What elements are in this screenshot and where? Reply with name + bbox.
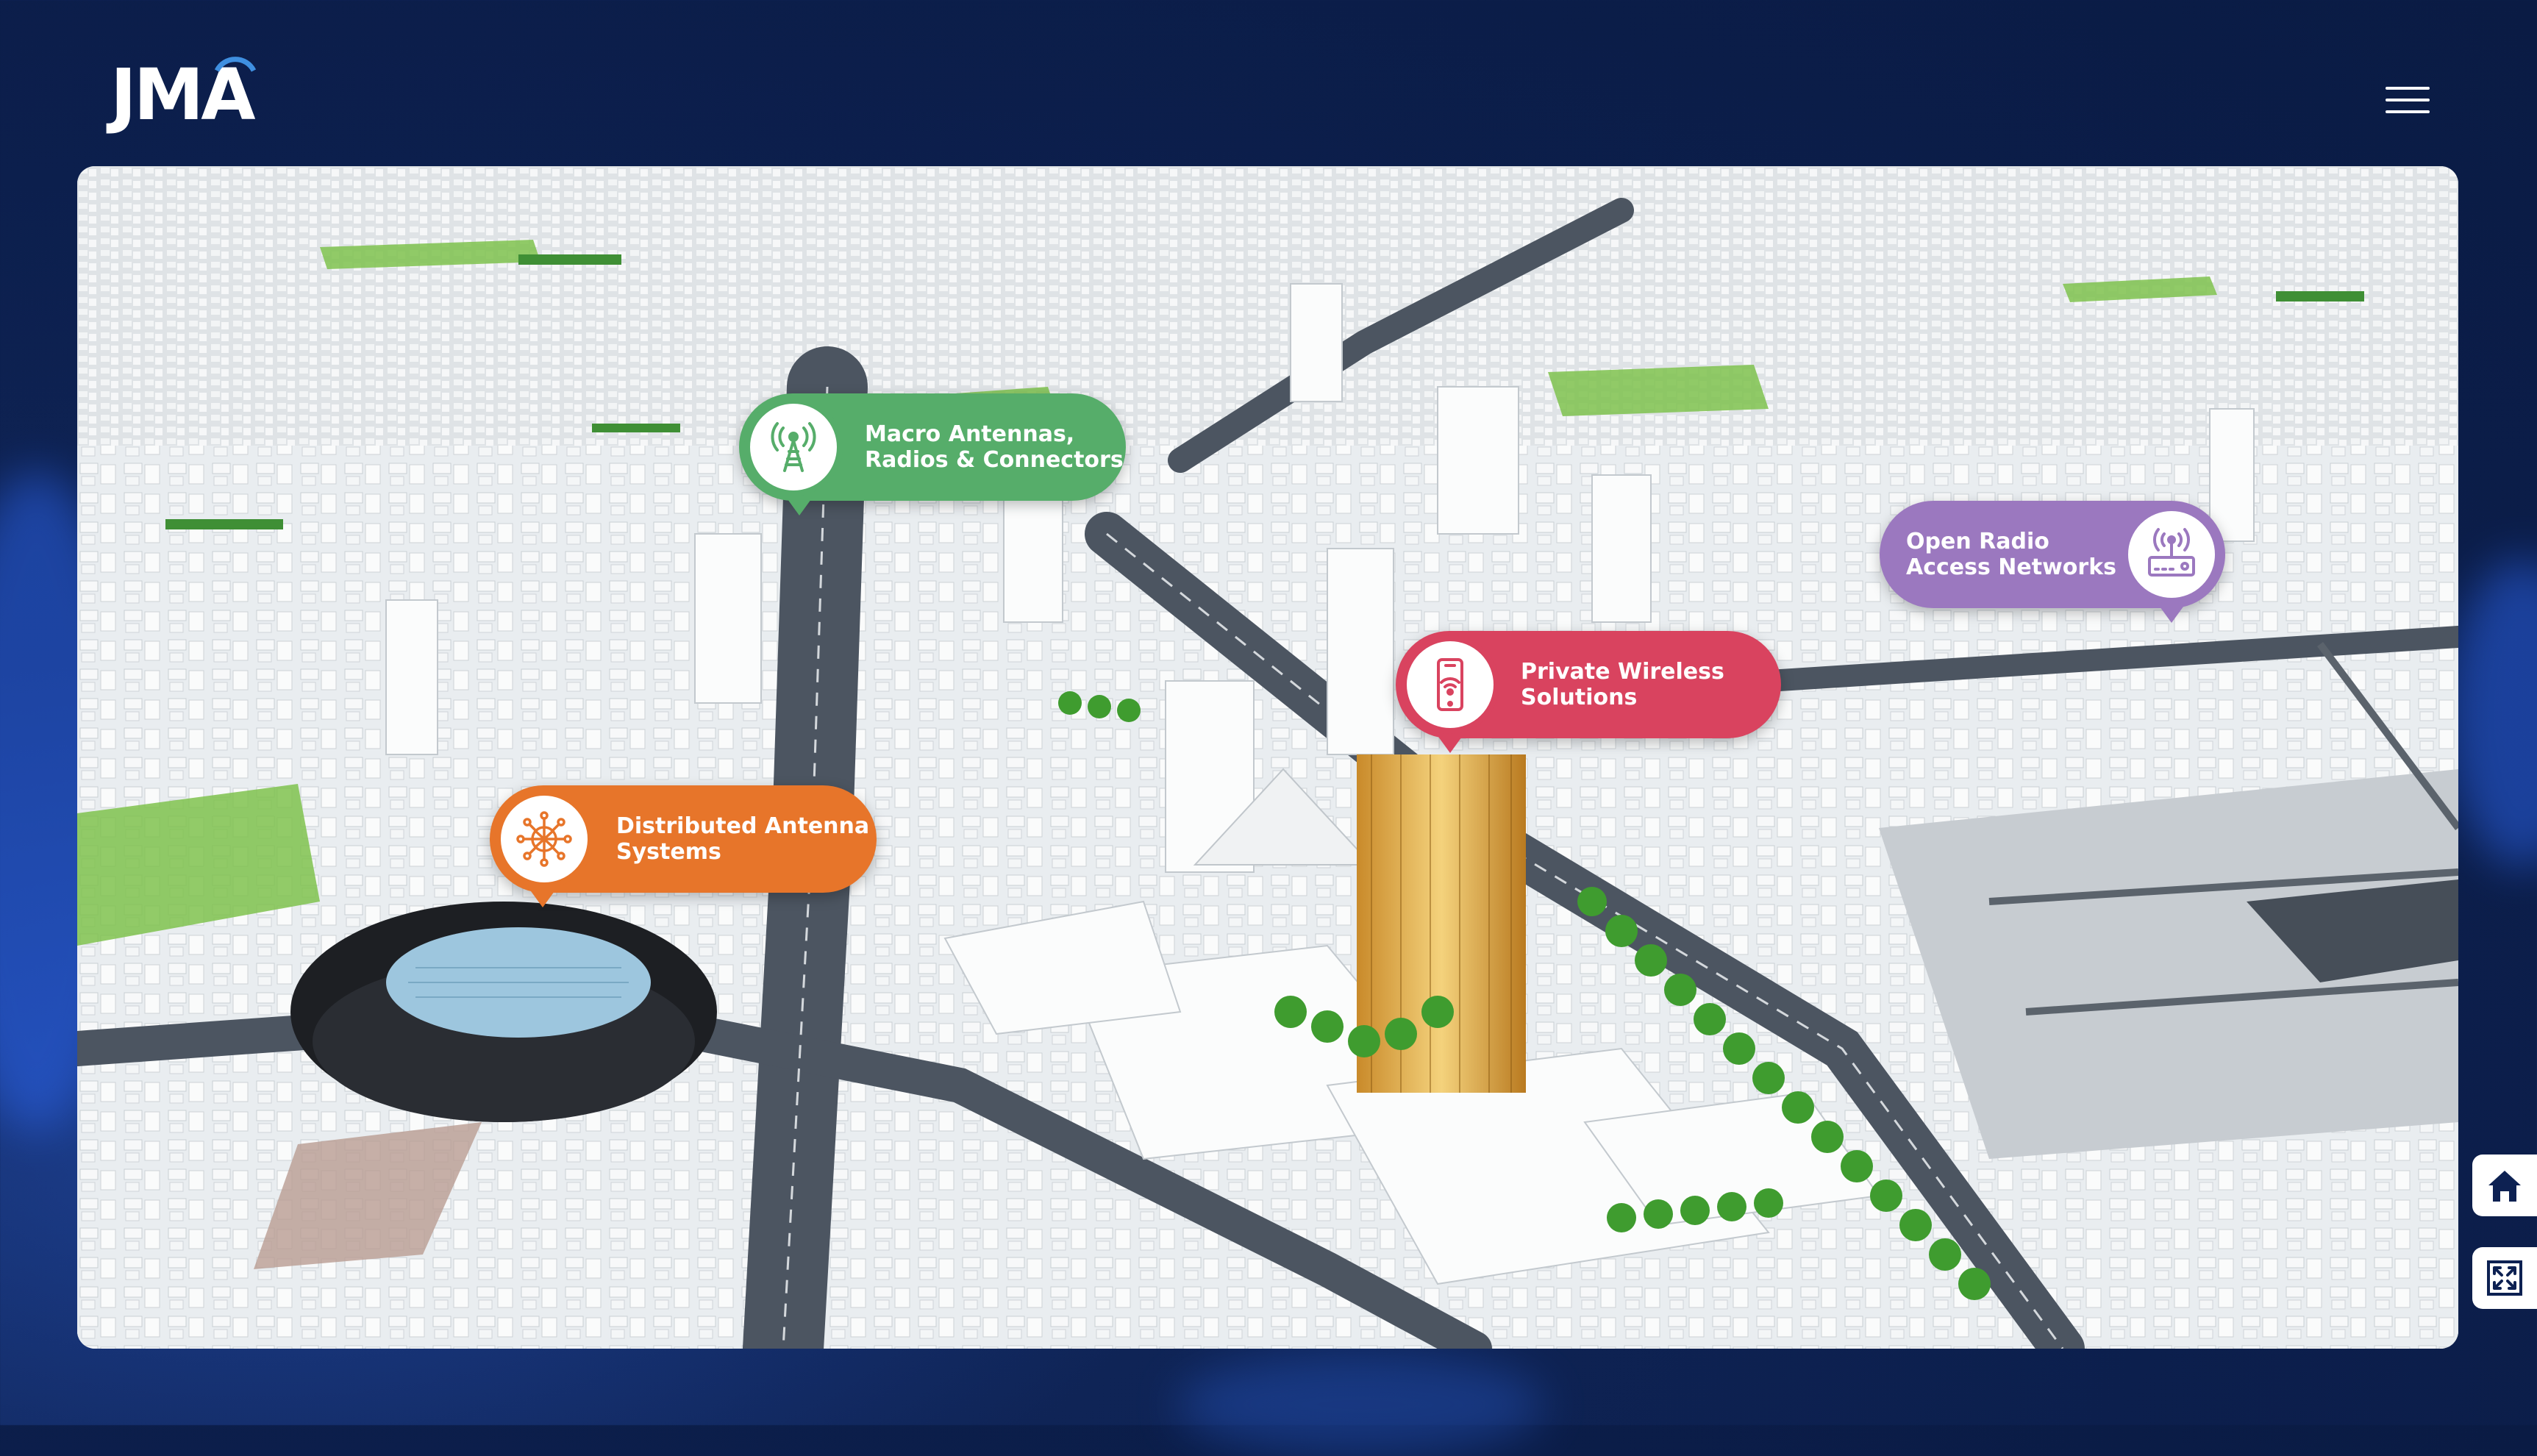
pin-pointer [531, 891, 554, 907]
fullscreen-button[interactable] [2472, 1247, 2537, 1309]
pin-label-line2: Solutions [1521, 685, 1638, 710]
pin-label-line2: Access Networks [1906, 554, 2117, 580]
pin-label-line1: Distributed Antenna [616, 813, 870, 839]
pin-distributed-antenna-systems[interactable]: Distributed Antenna Systems [490, 785, 877, 907]
city-map-graphic [77, 166, 2458, 1349]
pin-label-line1: Private Wireless [1521, 659, 1724, 685]
antenna-network-icon [495, 790, 593, 888]
radio-router-icon [2122, 505, 2221, 604]
pin-macro-antennas[interactable]: Macro Antennas, Radios & Connectors [739, 393, 1126, 515]
pin-label-line1: Open Radio [1906, 529, 2049, 554]
pin-open-radio-access-networks[interactable]: Open Radio Access Networks [1880, 501, 2225, 623]
pin-label: Distributed Antenna Systems [616, 785, 869, 893]
pin-pointer [788, 499, 811, 515]
pin-private-wireless-solutions[interactable]: Private Wireless Solutions [1396, 631, 1781, 753]
home-icon [2488, 1171, 2521, 1202]
cell-tower-icon [744, 398, 843, 496]
hamburger-menu-icon[interactable] [2386, 84, 2430, 116]
city-map-view[interactable] [77, 166, 2458, 1349]
pin-label: Private Wireless Solutions [1521, 631, 1724, 738]
pin-pointer [2160, 607, 2183, 623]
pin-label: Macro Antennas, Radios & Connectors [865, 393, 1124, 501]
pin-label: Open Radio Access Networks [1906, 501, 2116, 608]
pin-pointer [1438, 737, 1462, 753]
home-button[interactable] [2472, 1155, 2537, 1216]
mobile-wifi-icon [1401, 635, 1499, 734]
jma-logo[interactable]: JMA [110, 57, 257, 130]
signal-arc-icon [214, 57, 257, 72]
pin-label-line2: Systems [616, 839, 721, 865]
pin-label-line2: Radios & Connectors [865, 447, 1124, 473]
background-glow [2449, 559, 2537, 868]
fullscreen-icon [2487, 1260, 2522, 1296]
pin-label-line1: Macro Antennas, [865, 421, 1075, 447]
background-glow [1177, 1353, 1544, 1456]
